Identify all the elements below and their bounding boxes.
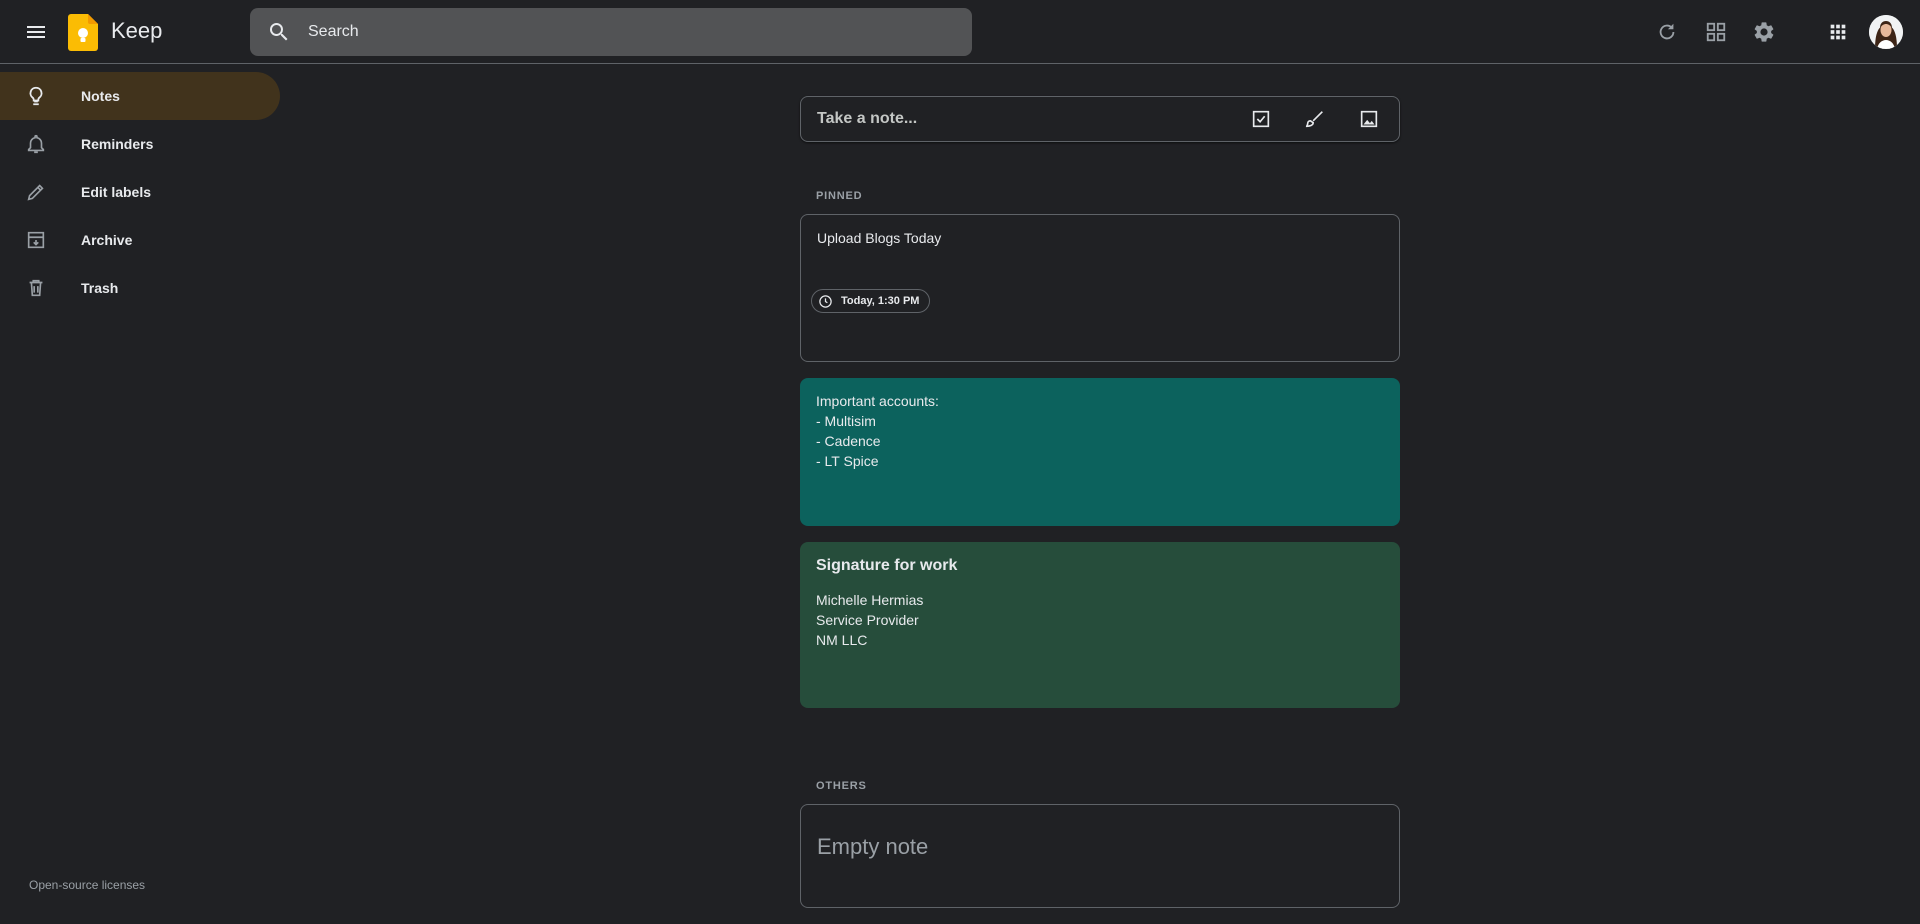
take-note-placeholder[interactable]: Take a note... (817, 110, 1237, 128)
main-menu-button[interactable] (12, 8, 60, 56)
take-note-bar[interactable]: Take a note... (800, 96, 1400, 142)
new-list-button[interactable] (1237, 96, 1285, 142)
bell-icon (24, 132, 48, 156)
pencil-icon (24, 180, 48, 204)
reminder-chip[interactable]: Today, 1:30 PM (811, 289, 931, 313)
refresh-icon (1659, 23, 1675, 40)
sidebar-item-label: Notes (81, 88, 120, 104)
apps-icon (1830, 24, 1846, 40)
note-line: Michelle Hermias (816, 592, 924, 608)
clock-icon (817, 293, 833, 309)
note-title: Upload Blogs Today (817, 230, 942, 246)
sidebar-item-notes[interactable]: Notes (0, 72, 280, 120)
sidebar-item-label: Edit labels (81, 184, 152, 200)
search-bar[interactable] (250, 8, 972, 56)
note-card-signature[interactable]: Signature for work Michelle Hermias Serv… (800, 542, 1400, 708)
keep-logo-icon (68, 14, 98, 51)
archive-icon (24, 228, 48, 252)
keep-logo[interactable] (68, 14, 98, 51)
note-card-empty[interactable]: Empty note (800, 804, 1400, 908)
list-view-button[interactable] (1692, 8, 1740, 56)
note-card-upload-blogs[interactable]: Upload Blogs Today Today, 1:30 PM (800, 214, 1400, 362)
empty-note-text: Empty note (817, 834, 929, 859)
grid-view-icon (1706, 22, 1726, 42)
note-card-important-accounts[interactable]: Important accounts: - Multisim - Cadence… (800, 378, 1400, 526)
sidebar-item-trash[interactable]: Trash (0, 264, 280, 312)
note-title: Signature for work (816, 557, 958, 574)
search-input[interactable] (308, 8, 972, 56)
sidebar-item-archive[interactable]: Archive (0, 216, 280, 264)
refresh-button[interactable] (1643, 8, 1691, 56)
sidebar-item-label: Trash (81, 280, 119, 296)
pinned-section-label: PINNED (816, 190, 863, 202)
settings-icon (1754, 22, 1774, 42)
search-icon (270, 23, 288, 41)
top-bar: Keep (0, 0, 1920, 64)
sidebar-nav: Notes Reminders Edit labels Archive Tras… (0, 72, 280, 312)
sidebar-item-edit-labels[interactable]: Edit labels (0, 168, 280, 216)
trash-icon (24, 276, 48, 300)
open-source-licenses-link[interactable]: Open-source licenses (29, 878, 145, 892)
note-line: - Multisim (816, 413, 876, 429)
note-line: Service Provider (816, 612, 919, 628)
settings-button[interactable] (1740, 8, 1788, 56)
account-avatar[interactable] (1869, 15, 1903, 49)
google-apps-button[interactable] (1814, 8, 1862, 56)
sidebar-item-label: Archive (81, 232, 133, 248)
new-image-button[interactable] (1345, 96, 1393, 142)
avatar-icon (1869, 15, 1903, 49)
checkbox-icon (1252, 110, 1270, 128)
image-icon (1360, 110, 1378, 128)
menu-icon (27, 26, 45, 38)
new-drawing-button[interactable] (1291, 96, 1339, 142)
sidebar-item-reminders[interactable]: Reminders (0, 120, 280, 168)
note-line: - Cadence (816, 433, 881, 449)
search-button[interactable] (250, 8, 308, 56)
sidebar-item-label: Reminders (81, 136, 154, 152)
brush-icon (1305, 111, 1323, 128)
note-line: Important accounts: (816, 393, 939, 409)
note-line: NM LLC (816, 632, 868, 648)
others-section-label: OTHERS (816, 780, 867, 792)
lightbulb-icon (24, 84, 48, 108)
note-line: - LT Spice (816, 453, 879, 469)
reminder-text: Today, 1:30 PM (841, 295, 920, 307)
app-title[interactable]: Keep (111, 18, 162, 44)
